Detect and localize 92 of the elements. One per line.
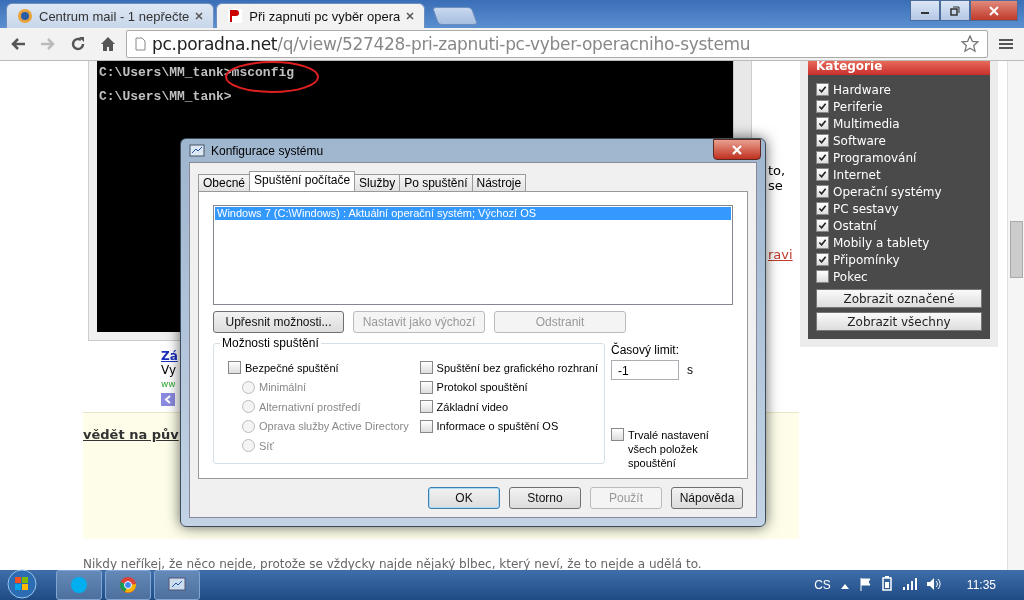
filter-button[interactable]: Zobrazit všechny [816,312,982,331]
start-button[interactable] [4,568,40,600]
action-button[interactable]: Upřesnit možnosti... [213,311,344,333]
link[interactable]: ravi [768,247,793,262]
signature-text: Nikdy neříkej, že něco nejde, protože se vždycky najde nějaký blbec, který neví, že to nejde a udělá to. [83,557,703,571]
scrollbar[interactable] [1007,61,1024,571]
page-icon [135,37,146,51]
category-label: Operační systémy [833,184,942,199]
checkbox[interactable] [419,361,433,375]
settings-window-icon[interactable] [154,570,200,600]
restore-icon [950,5,960,16]
system-config-icon [189,142,205,159]
mail-icon [17,8,33,24]
browser-tab[interactable]: Centrum mail - 1 nepřečte [6,3,215,28]
checkbox[interactable] [816,270,829,283]
category-label: Periferie [833,99,883,114]
panel-title: Kategorie [808,61,990,75]
category-label: Mobily a tablety [833,235,930,250]
tab[interactable]: Spuštění počítače [249,171,356,191]
option-label: Protokol spouštění [436,381,528,394]
category-label: Hardware [833,82,891,97]
checkbox[interactable] [419,419,433,433]
close-icon [732,144,742,155]
close-icon [989,5,999,16]
ad-text: ww [161,378,176,391]
option-label: Trvalé nastavení všech položek spouštění [628,428,710,470]
option-label: Bezpečné spuštění [245,361,339,374]
checkbox[interactable] [816,253,829,266]
window-title: Konfigurace systému [211,143,324,158]
filter-button[interactable]: Zobrazit označené [816,289,982,308]
chevron-left-icon[interactable] [161,393,175,406]
browser-tab[interactable]: Při zapnuti pc vyběr opera [216,3,426,28]
checkbox[interactable] [816,117,829,130]
close-button[interactable] [713,139,761,160]
ad-text[interactable]: Zá [161,349,178,363]
category-label: Programování [833,150,917,165]
checkbox[interactable] [816,202,829,215]
clock[interactable]: 11:35 [966,578,996,592]
option-label: Alternativní prostředí [259,400,361,413]
category-label: Připomínky [833,252,900,267]
option-label: Základní video [436,400,509,413]
text-fragment: se [768,178,784,193]
option-label: Spuštění bez grafického rozhraní [436,361,598,374]
option-label: Oprava služby Active Directory [259,420,409,433]
timeout-label: Časový limit: [611,343,680,357]
browser-icon[interactable] [105,570,151,600]
category-label: Ostatní [833,218,877,233]
star-icon[interactable] [961,35,979,53]
category-label: PC sestavy [833,201,899,216]
checkbox[interactable] [611,428,624,441]
tab[interactable]: Služby [354,174,401,191]
option-label: Minimální [259,381,307,394]
option-label: Informace o spuštění OS [436,420,559,433]
option-label: Síť [259,439,274,452]
dialog-button[interactable]: Nápověda [671,487,743,509]
checkbox[interactable] [816,151,829,164]
checkbox[interactable] [816,219,829,232]
checkbox[interactable] [419,400,433,414]
unit-label: s [687,363,693,377]
timeout-field[interactable]: -1 [611,360,679,380]
heading-link[interactable]: vědět na pův [83,427,179,442]
category-label: Internet [833,167,881,182]
category-label: Pokec [833,269,868,284]
checkbox[interactable] [816,134,829,147]
checkbox[interactable] [816,100,829,113]
address-field[interactable]: pc.poradna.net/q/view/527428-pri-zapnuti-pc-vyber-operacniho-systemu [126,30,988,58]
checkbox[interactable] [228,361,241,375]
tab[interactable]: Nástroje [471,174,527,191]
close-button[interactable] [970,0,1018,21]
flag-icon[interactable] [858,576,871,594]
category-label: Multimedia [833,116,900,131]
group-label: Možnosti spuštění [220,336,321,350]
tab[interactable]: Po spuštění [399,174,473,191]
text-fragment: to, [768,163,787,178]
new-tab-button[interactable] [432,7,479,25]
dialog-button[interactable]: OK [428,487,500,509]
category-label: Software [833,133,886,148]
checkbox[interactable] [816,185,829,198]
minimize-button[interactable] [910,0,940,21]
ad-text: Vy [161,363,176,377]
checkbox[interactable] [816,168,829,181]
battery-icon[interactable] [880,576,893,594]
language-indicator[interactable]: CS [814,578,831,592]
site-logo-icon [227,8,244,24]
console-line: C:\Users\MM_tank> [99,89,232,106]
checkbox[interactable] [816,236,829,249]
signal-icon[interactable] [902,577,917,593]
tab[interactable]: Obecné [198,174,251,191]
dialog-button[interactable]: Storno [509,487,581,509]
restore-button[interactable] [940,0,970,21]
checkbox[interactable] [816,83,829,96]
checkbox[interactable] [419,380,433,394]
